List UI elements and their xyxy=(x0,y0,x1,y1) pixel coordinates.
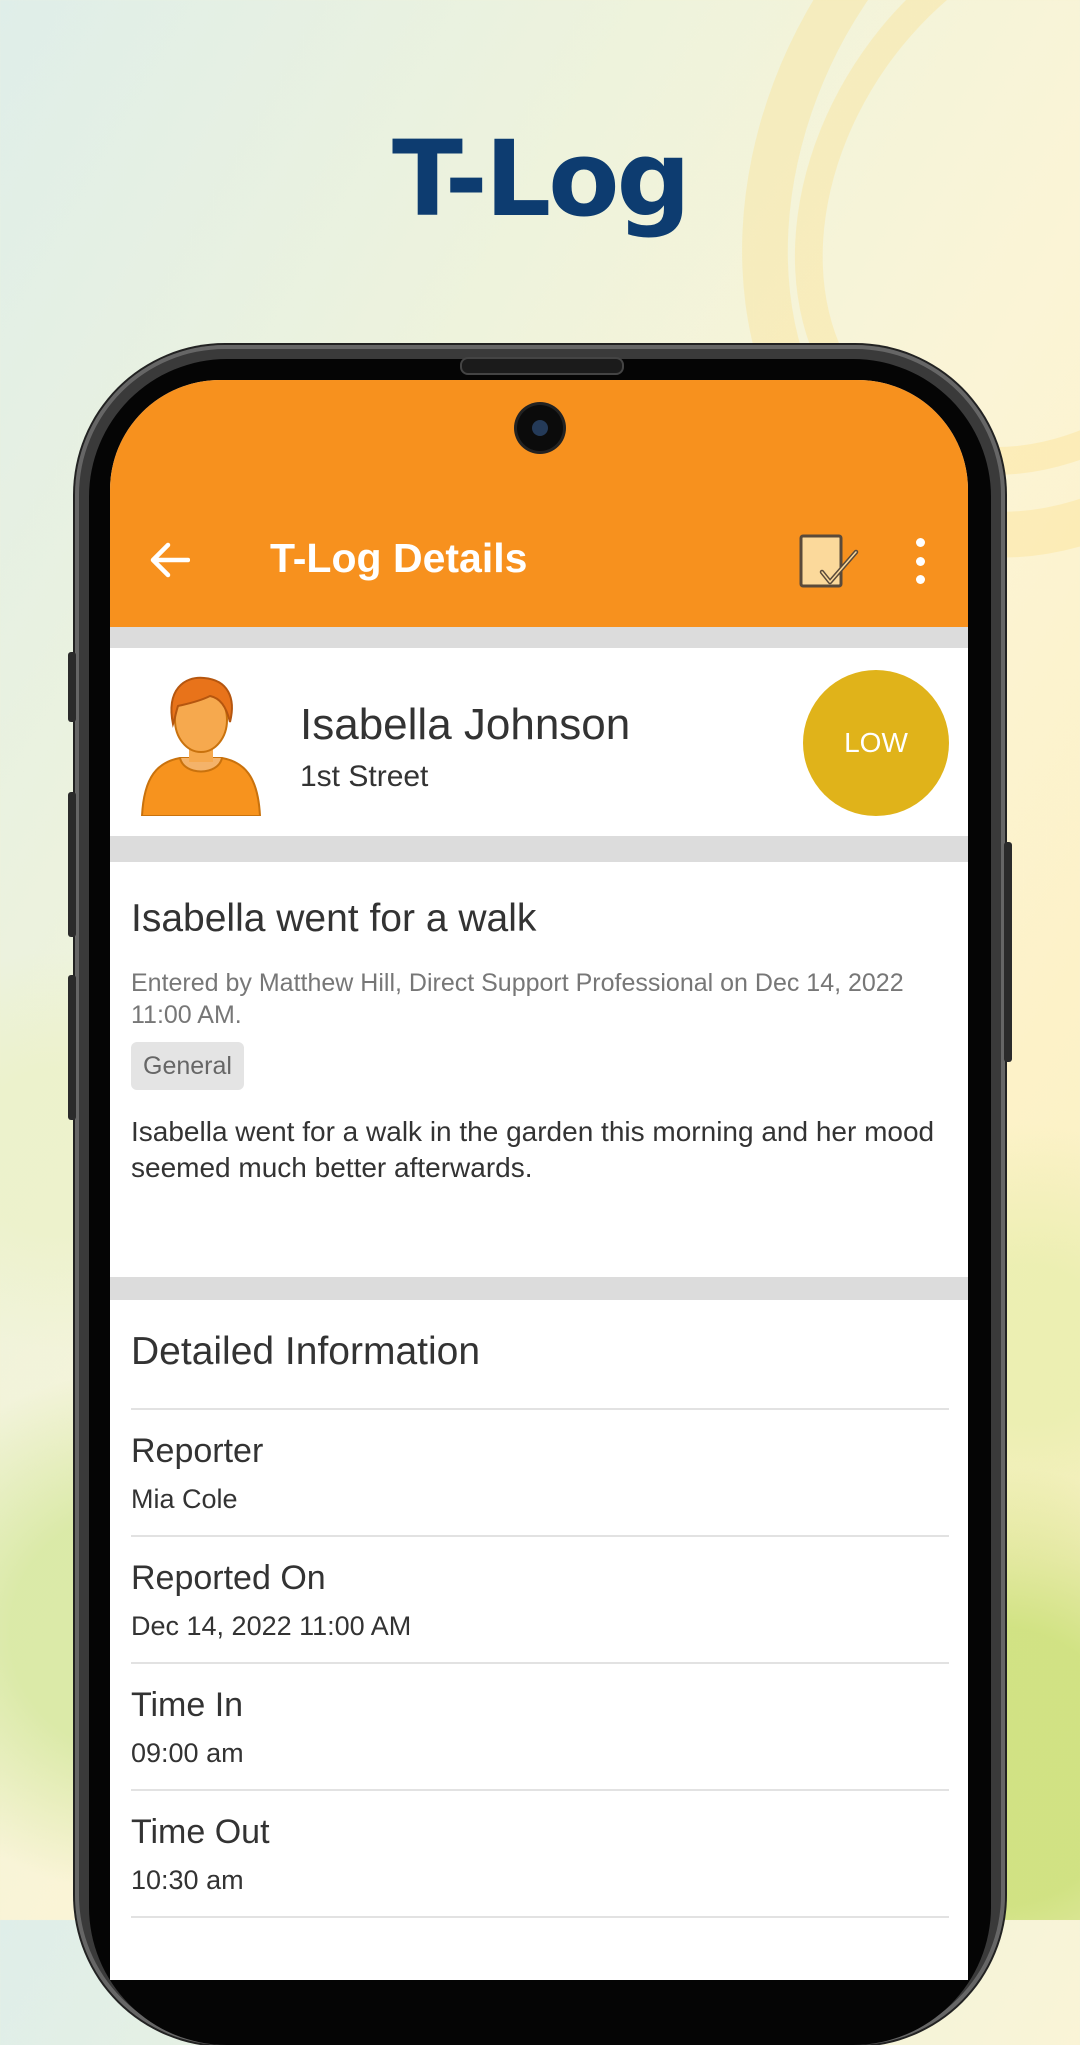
row-value: 09:00 am xyxy=(131,1738,244,1768)
row-label: Reporter xyxy=(131,1432,264,1470)
arrow-left-icon xyxy=(150,542,190,578)
detailed-information-card: Detailed Information Reporter Mia Cole R… xyxy=(110,1300,968,1980)
row-label: Time In xyxy=(131,1686,244,1724)
log-meta: Entered by Matthew Hill, Direct Support … xyxy=(131,969,904,1029)
person-card[interactable]: Isabella Johnson 1st Street LOW xyxy=(110,648,968,836)
front-camera xyxy=(517,405,563,451)
volume-button xyxy=(68,975,76,1120)
person-name: Isabella Johnson xyxy=(300,700,631,749)
category-tag: General xyxy=(131,1042,244,1090)
phone-speaker xyxy=(460,357,624,375)
row-label: Time Out xyxy=(131,1813,270,1851)
phone-screen: T-Log Details Isabella Johnson 1st Stree… xyxy=(110,380,968,1980)
sign-button[interactable] xyxy=(798,532,860,592)
page-title: T-Log Details xyxy=(270,535,528,581)
detail-row-time-in: Time In 09:00 am xyxy=(131,1662,949,1790)
hero-title: T-Log xyxy=(392,118,691,240)
detail-row-reported-on: Reported On Dec 14, 2022 11:00 AM xyxy=(131,1535,949,1663)
back-button[interactable] xyxy=(148,538,192,582)
volume-button xyxy=(68,652,76,722)
signature-check-icon xyxy=(799,534,859,588)
row-value: Mia Cole xyxy=(131,1484,238,1514)
detail-row-reporter: Reporter Mia Cole xyxy=(131,1408,949,1536)
log-title: Isabella went for a walk xyxy=(131,897,537,940)
log-entry-card: Isabella went for a walk Entered by Matt… xyxy=(110,862,968,1277)
female-avatar-icon xyxy=(140,676,262,816)
person-address: 1st Street xyxy=(300,760,429,793)
app-bar: T-Log Details xyxy=(110,380,968,627)
risk-level-badge: LOW xyxy=(803,670,949,816)
volume-button xyxy=(68,792,76,937)
section-heading: Detailed Information xyxy=(131,1330,481,1373)
more-options-button[interactable] xyxy=(910,538,930,584)
detail-row-divider xyxy=(131,1916,949,1920)
power-button xyxy=(1004,842,1012,1062)
row-value: Dec 14, 2022 11:00 AM xyxy=(131,1611,412,1641)
detail-row-time-out: Time Out 10:30 am xyxy=(131,1789,949,1917)
row-value: 10:30 am xyxy=(131,1865,244,1895)
log-body: Isabella went for a walk in the garden t… xyxy=(131,1116,935,1183)
more-vertical-icon xyxy=(915,538,925,547)
row-label: Reported On xyxy=(131,1559,326,1597)
